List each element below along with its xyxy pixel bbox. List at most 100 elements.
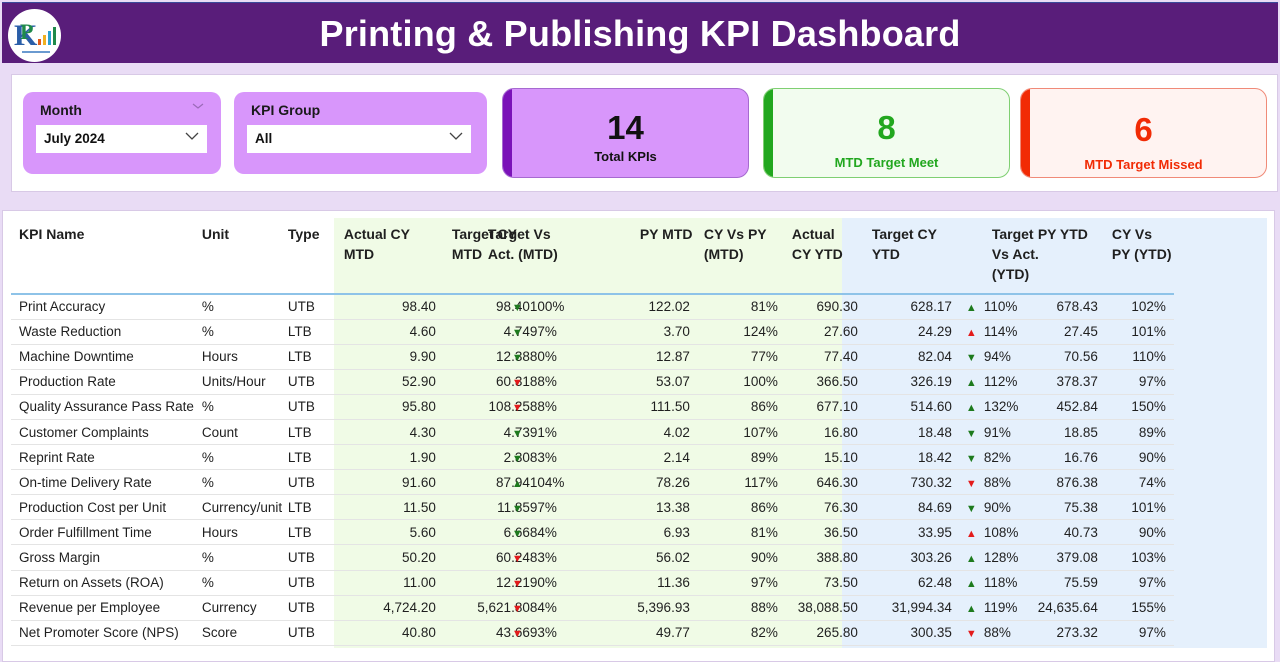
table-row[interactable]: Machine Downtime Hours LTB 9.90 12.38 ▼ 80% 12.… <box>11 344 1174 370</box>
table-row[interactable]: Revenue per Employee Currency UTB 4,724.20 5… <box>11 595 1174 621</box>
py-ytd-cell: 70.56 <box>1023 344 1104 370</box>
actual-cy-mtd-cell: 98.40 <box>335 294 444 320</box>
table-row[interactable]: Print Accuracy% UTB 98.40 98.40 ▼ 100% 122.02 8… <box>11 294 1174 320</box>
target-vs-act-ytd-value: 88% <box>983 474 1011 490</box>
kpi-name-cell: Net Promoter Score (NPS) <box>11 620 194 646</box>
target-cy-ytd-cell: 62.48 <box>863 570 956 596</box>
target-vs-act-mtd-value: 88% <box>529 399 557 415</box>
col-header-unit[interactable]: Unit <box>193 218 288 295</box>
month-dropdown[interactable]: July 2024 <box>36 125 207 153</box>
cy-vs-py-mtd-cell: 82% <box>695 620 784 646</box>
target-vs-act-mtd-value: 91% <box>529 424 557 440</box>
target-vs-act-mtd-cell: ▼ 97% <box>511 319 592 345</box>
col-header-py-mtd[interactable]: PY MTD <box>631 218 696 295</box>
unit-cell: Currency <box>193 595 288 621</box>
triangle-down-icon: ▼ <box>965 502 977 515</box>
mtd-target-meet-card: 8 MTD Target Meet <box>763 88 1010 178</box>
target-vs-act-mtd-value: 100% <box>529 299 565 315</box>
table-row[interactable]: Production Cost per Unit Currency/unit LTB… <box>11 494 1174 521</box>
triangle-down-icon: ▼ <box>511 327 523 340</box>
kpi-name-cell: Production Rate <box>11 369 194 395</box>
col-header-kpi-name[interactable]: KPI Name <box>11 218 194 295</box>
col-header-target-vs-act-ytd-label: Target Vs Act. (YTD) <box>991 226 1039 282</box>
cy-vs-py-ytd-cell: 97% <box>1103 369 1174 395</box>
py-mtd-cell: 49.77 <box>631 620 696 646</box>
col-header-cy-vs-py-ytd[interactable]: CY Vs PY (YTD) <box>1103 218 1174 295</box>
table-row[interactable]: On-time Delivery Rate% UTB 91.60 87.94 ▲ 104%… <box>11 469 1174 496</box>
type-cell: UTB <box>287 369 336 395</box>
chevron-down-icon[interactable] <box>185 129 199 144</box>
target-vs-act-mtd-value: 80% <box>529 349 557 365</box>
unit-cell: % <box>193 469 288 496</box>
table-row[interactable]: Gross Margin% UTB 50.20 60.24 ▼ 83% 56.02 90% 38… <box>11 544 1174 571</box>
total-kpis-card: 14 Total KPIs <box>502 88 749 178</box>
table-row[interactable]: Reprint Rate% LTB 1.90 2.30 ▼ 83% 2.14 89% 15.10… <box>11 444 1174 471</box>
actual-cy-ytd-cell: 677.10 <box>783 394 864 420</box>
py-ytd-cell: 379.08 <box>1023 544 1104 571</box>
actual-cy-mtd-cell: 1.90 <box>335 444 444 471</box>
target-vs-act-ytd-value: 88% <box>983 625 1011 641</box>
table-row[interactable]: Quality Assurance Pass Rate% UTB 95.80 108.… <box>11 394 1174 420</box>
cy-vs-py-ytd-cell: 97% <box>1103 620 1174 646</box>
target-vs-act-ytd-value: 114% <box>983 324 1018 340</box>
cy-vs-py-ytd-cell: 155% <box>1103 595 1174 621</box>
actual-cy-ytd-cell: 76.30 <box>783 494 864 521</box>
cy-vs-py-mtd-cell: 117% <box>695 469 784 496</box>
cy-vs-py-ytd-cell: 102% <box>1103 294 1174 320</box>
chevron-down-icon[interactable] <box>449 129 463 144</box>
header-bar: K P Printing & Publishing KPI Dashboard <box>2 2 1278 63</box>
unit-cell: % <box>193 544 288 571</box>
col-header-cy-vs-py-mtd[interactable]: CY Vs PY (MTD) <box>695 218 784 295</box>
kpi-name-cell: Print Accuracy <box>11 294 194 320</box>
collapse-chevron-icon[interactable] <box>191 100 205 114</box>
table-row[interactable]: Waste Reduction% LTB 4.60 4.74 ▼ 97% 3.70 124% 2… <box>11 319 1174 345</box>
kpi-name-cell: Waste Reduction <box>11 319 194 345</box>
table-row[interactable]: Net Promoter Score (NPS) Score UTB 40.80 43.… <box>11 620 1174 646</box>
cy-vs-py-ytd-cell: 103% <box>1103 544 1174 571</box>
triangle-up-icon: ▲ <box>965 402 977 415</box>
type-cell: LTB <box>287 494 336 521</box>
triangle-down-icon: ▼ <box>511 452 523 465</box>
target-vs-act-ytd-cell: ▲ 112% <box>955 369 1024 395</box>
triangle-down-icon: ▼ <box>965 427 977 440</box>
triangle-down-icon: ▼ <box>511 628 523 641</box>
kpi-group-dropdown[interactable]: All <box>247 125 471 153</box>
kpi-name-cell: On-time Delivery Rate <box>11 469 194 496</box>
col-header-target-cy-ytd[interactable]: Target CY YTD <box>863 218 956 295</box>
type-cell: UTB <box>287 469 336 496</box>
cy-vs-py-ytd-cell: 97% <box>1103 570 1174 596</box>
target-vs-act-mtd-cell: ▼ 83% <box>511 544 592 571</box>
target-cy-ytd-cell: 628.17 <box>863 294 956 320</box>
table-row[interactable]: Production Rate Units/Hour UTB 52.90 60.31 ▼ 8… <box>11 369 1174 395</box>
mtd-target-missed-caption: MTD Target Missed <box>1084 157 1203 172</box>
triangle-down-icon: ▼ <box>965 628 977 641</box>
py-ytd-cell: 27.45 <box>1023 319 1104 345</box>
mtd-target-missed-card: 6 MTD Target Missed <box>1020 88 1267 178</box>
triangle-up-icon: ▲ <box>511 477 523 490</box>
actual-cy-ytd-cell: 15.10 <box>783 444 864 471</box>
col-header-actual-cy-ytd[interactable]: Actual CY YTD <box>783 218 864 295</box>
cy-vs-py-mtd-cell: 89% <box>695 444 784 471</box>
target-vs-act-mtd-cell: ▼ 88% <box>511 369 592 395</box>
table-row[interactable]: Return on Assets (ROA)% UTB 11.00 12.21 ▼ 90%… <box>11 570 1174 596</box>
mtd-target-missed-value: 6 <box>1134 111 1153 148</box>
col-header-target-vs-act-mtd[interactable]: Target Vs Act. (MTD) <box>488 218 632 295</box>
type-cell: UTB <box>287 394 336 420</box>
actual-cy-mtd-cell: 50.20 <box>335 544 444 571</box>
triangle-up-icon: ▲ <box>965 527 977 540</box>
cy-vs-py-mtd-cell: 107% <box>695 419 784 446</box>
col-header-actual-cy-mtd[interactable]: Actual CY MTD <box>335 218 444 295</box>
target-vs-act-ytd-cell: ▼ 88% <box>955 620 1024 646</box>
cy-vs-py-ytd-cell: 90% <box>1103 444 1174 471</box>
unit-cell: Score <box>193 620 288 646</box>
table-row[interactable]: Order Fulfillment Time Hours LTB 5.60 6.66 ▼ 8… <box>11 519 1174 546</box>
target-cy-ytd-cell: 31,994.34 <box>863 595 956 621</box>
cy-vs-py-mtd-cell: 77% <box>695 344 784 370</box>
cy-vs-py-ytd-cell: 101% <box>1103 319 1174 345</box>
table-row[interactable]: Customer Complaints Count LTB 4.30 4.73 ▼ 91% 4… <box>11 419 1174 446</box>
col-header-target-vs-act-ytd[interactable]: Target Vs Act. (YTD) <box>955 218 1039 295</box>
actual-cy-ytd-cell: 388.80 <box>783 544 864 571</box>
col-header-type[interactable]: Type <box>287 218 336 295</box>
kpi-name-cell: Order Fulfillment Time <box>11 519 194 546</box>
actual-cy-mtd-cell: 4.60 <box>335 319 444 345</box>
